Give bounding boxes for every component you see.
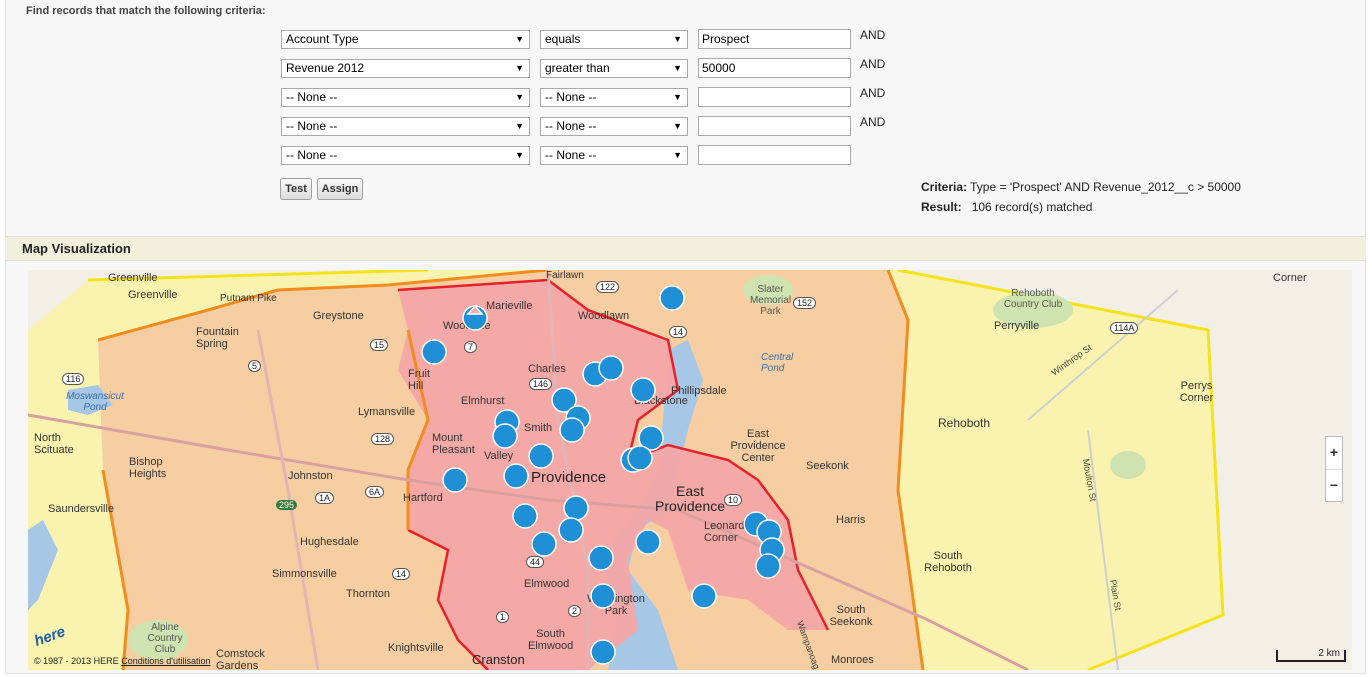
operator-select-2[interactable]: greater than ▼ <box>540 59 688 78</box>
copyright-text: © 1987 - 2013 HERE <box>34 656 119 666</box>
map-marker-icon <box>531 531 557 557</box>
conjunction-4: AND <box>860 115 886 129</box>
chevron-down-icon: ▼ <box>515 121 524 131</box>
conjunction-3: AND <box>860 86 886 100</box>
field-select-5-value: -- None -- <box>286 148 338 162</box>
operator-select-3-value: -- None -- <box>545 90 597 104</box>
conjunction-1: AND <box>860 28 886 42</box>
markers-layer <box>421 285 785 665</box>
operator-select-3[interactable]: -- None -- ▼ <box>540 88 688 107</box>
criteria-heading: Find records that match the following cr… <box>26 5 266 17</box>
map-copyright: © 1987 - 2013 HERE Conditions d'utilisat… <box>34 656 210 666</box>
map-marker-icon <box>512 503 538 529</box>
field-select-5[interactable]: -- None -- ▼ <box>281 146 530 165</box>
scale-label: 2 km <box>1318 648 1340 659</box>
field-select-3-value: -- None -- <box>286 90 338 104</box>
map-marker-icon <box>630 377 656 403</box>
operator-select-1-value: equals <box>545 32 581 46</box>
map-marker-icon <box>528 443 554 469</box>
map-marker-icon <box>691 583 717 609</box>
chevron-down-icon: ▼ <box>673 92 682 102</box>
map-marker-icon <box>442 467 468 493</box>
map-marker-icon <box>503 463 529 489</box>
map-marker-icon <box>755 553 781 579</box>
conjunction-2: AND <box>860 57 886 71</box>
chevron-down-icon: ▼ <box>515 92 524 102</box>
value-input-2[interactable]: 50000 <box>698 58 851 78</box>
operator-select-1[interactable]: equals ▼ <box>540 30 688 49</box>
operator-select-2-value: greater than <box>545 61 610 75</box>
result-summary: Result: 106 record(s) matched <box>921 200 1092 214</box>
chevron-down-icon: ▼ <box>515 150 524 160</box>
field-select-2-value: Revenue 2012 <box>286 61 365 75</box>
chevron-down-icon: ▼ <box>515 34 524 44</box>
map-marker-icon <box>421 339 447 365</box>
map-section-title: Map Visualization <box>22 241 131 256</box>
chevron-down-icon: ▼ <box>673 150 682 160</box>
map-marker-icon <box>590 639 616 665</box>
map-marker-icon <box>559 417 585 443</box>
field-select-1-value: Account Type <box>286 32 359 46</box>
zoom-in-button[interactable]: + <box>1326 437 1342 469</box>
field-select-4[interactable]: -- None -- ▼ <box>281 117 530 136</box>
operator-select-4[interactable]: -- None -- ▼ <box>540 117 688 136</box>
criteria-summary: Criteria: Type = 'Prospect' AND Revenue_… <box>921 180 1241 194</box>
field-select-1[interactable]: Account Type ▼ <box>281 30 530 49</box>
map-marker-icon <box>492 423 518 449</box>
chevron-down-icon: ▼ <box>673 34 682 44</box>
result-value: 106 record(s) matched <box>971 200 1093 214</box>
test-button[interactable]: Test <box>280 178 312 200</box>
field-select-2[interactable]: Revenue 2012 ▼ <box>281 59 530 78</box>
value-input-5[interactable] <box>698 145 851 165</box>
value-input-3[interactable] <box>698 87 851 107</box>
map-canvas[interactable]: Greenville Greenville Putnam Pike Greyst… <box>28 270 1352 670</box>
chevron-down-icon: ▼ <box>673 63 682 73</box>
operator-select-5-value: -- None -- <box>545 148 597 162</box>
map-marker-icon <box>558 517 584 543</box>
criteria-label: Criteria: <box>921 180 968 194</box>
map-scale: 2 km <box>1276 648 1346 662</box>
map-section-header: Map Visualization <box>5 236 1366 260</box>
result-label: Result: <box>921 200 962 214</box>
map-marker-icon <box>627 445 653 471</box>
zoom-control: + − <box>1325 436 1343 502</box>
map-marker-icon <box>659 285 685 311</box>
map-marker-icon <box>635 529 661 555</box>
operator-select-4-value: -- None -- <box>545 119 597 133</box>
map-marker-icon <box>563 495 589 521</box>
value-input-4[interactable] <box>698 116 851 136</box>
chevron-down-icon: ▼ <box>515 63 524 73</box>
operator-select-5[interactable]: -- None -- ▼ <box>540 146 688 165</box>
terms-link[interactable]: Conditions d'utilisation <box>121 656 210 666</box>
map-marker-icon <box>590 583 616 609</box>
map-marker-icon <box>588 545 614 571</box>
field-select-4-value: -- None -- <box>286 119 338 133</box>
chevron-down-icon: ▼ <box>673 121 682 131</box>
assign-button[interactable]: Assign <box>317 178 363 200</box>
value-input-1[interactable]: Prospect <box>698 29 851 49</box>
field-select-3[interactable]: -- None -- ▼ <box>281 88 530 107</box>
map-marker-icon <box>598 355 624 381</box>
map-marker-icon <box>462 304 488 331</box>
zoom-out-button[interactable]: − <box>1326 469 1342 502</box>
criteria-value: Type = 'Prospect' AND Revenue_2012__c > … <box>970 180 1241 194</box>
